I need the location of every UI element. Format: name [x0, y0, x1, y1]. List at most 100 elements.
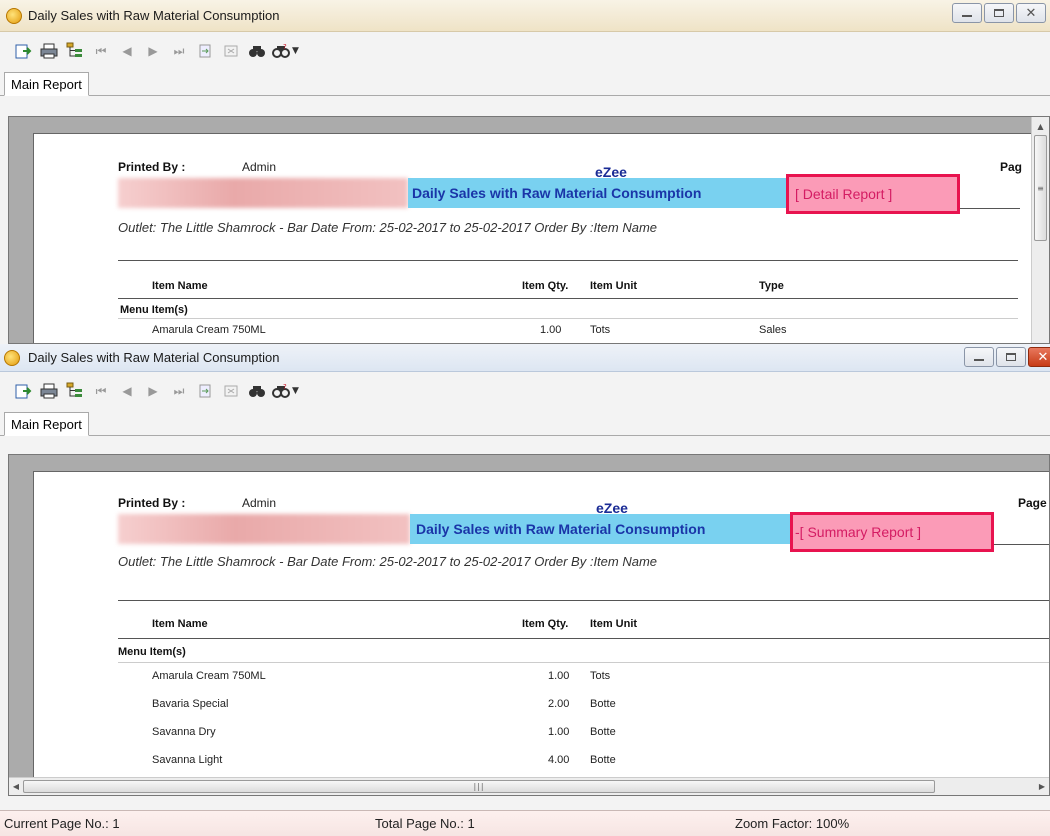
report-mode-highlight: -[ Summary Report ]	[790, 512, 994, 552]
report-toolbar: ⏮ ◀ ▶ ⏭ ? ▼	[0, 372, 1050, 410]
zoom-dropdown[interactable]: ? ▼	[272, 40, 312, 62]
column-header-rule	[118, 600, 1049, 601]
previous-page-button[interactable]: ◀	[116, 40, 138, 62]
scroll-up-icon[interactable]: ▲	[1032, 117, 1049, 135]
first-page-icon: ⏮	[95, 43, 107, 58]
app-icon	[4, 350, 20, 366]
minimize-button[interactable]	[952, 3, 982, 23]
horizontal-scrollbar[interactable]: ◀ ||| ▶	[9, 777, 1049, 795]
section-rule	[118, 662, 1049, 663]
search-icon	[249, 46, 265, 57]
last-page-button[interactable]: ⏭	[168, 40, 190, 62]
report-title-band: Daily Sales with Raw Material Consumptio…	[408, 178, 786, 208]
search-icon	[249, 386, 265, 397]
column-header-underline	[118, 298, 1018, 299]
tab-strip: Main Report	[0, 70, 1050, 96]
title-bar[interactable]: Daily Sales with Raw Material Consumptio…	[0, 344, 1050, 372]
zoom-icon: ?	[272, 43, 290, 58]
row-item-unit: Tots	[590, 324, 611, 336]
printed-by-value: Admin	[242, 160, 277, 174]
first-page-button[interactable]: ⏮	[90, 380, 112, 402]
column-item-qty: Item Qty.	[522, 280, 569, 292]
scroll-left-icon[interactable]: ◀	[9, 778, 23, 795]
report-viewer[interactable]: Printed By : Admin eZee Page Daily Sales…	[8, 454, 1050, 796]
page-label: Page	[1018, 496, 1047, 510]
report-mode-label: [ Detail Report ]	[795, 186, 893, 202]
column-item-qty: Item Qty.	[522, 618, 569, 630]
printed-by-label: Printed By :	[118, 496, 186, 510]
first-page-icon: ⏮	[95, 383, 107, 398]
row-item-unit: Botte	[590, 754, 616, 766]
chevron-down-icon: ▼	[292, 46, 299, 56]
row-item-unit: Botte	[590, 726, 616, 738]
close-view-button[interactable]	[220, 380, 242, 402]
outlet-line: Outlet: The Little Shamrock - Bar Date F…	[118, 554, 658, 569]
window-title: Daily Sales with Raw Material Consumptio…	[28, 8, 280, 23]
last-page-icon: ⏭	[173, 43, 185, 58]
last-page-button[interactable]: ⏭	[168, 380, 190, 402]
search-button[interactable]	[246, 40, 268, 62]
export-icon	[15, 44, 32, 59]
goto-page-icon	[199, 44, 211, 58]
group-tree-icon	[66, 42, 82, 57]
maximize-button[interactable]	[996, 347, 1026, 367]
row-item-qty: 4.00	[548, 754, 570, 766]
minimize-button[interactable]	[964, 347, 994, 367]
maximize-icon	[1006, 353, 1016, 361]
page-label: Pag	[1000, 160, 1023, 174]
close-view-button[interactable]	[220, 40, 242, 62]
close-button[interactable]: ✕	[1028, 347, 1050, 367]
export-icon	[15, 384, 32, 399]
row-item-qty: 1.00	[540, 324, 562, 336]
search-button[interactable]	[246, 380, 268, 402]
title-bar[interactable]: Daily Sales with Raw Material Consumptio…	[0, 0, 1050, 32]
print-button[interactable]	[38, 40, 60, 62]
column-item-unit: Item Unit	[590, 618, 638, 630]
zoom-dropdown[interactable]: ? ▼	[272, 380, 312, 402]
scroll-right-icon[interactable]: ▶	[1035, 778, 1049, 795]
previous-page-button[interactable]: ◀	[116, 380, 138, 402]
column-item-name: Item Name	[152, 618, 208, 630]
previous-page-icon: ◀	[122, 44, 132, 58]
goto-page-button[interactable]	[194, 40, 216, 62]
report-toolbar: ⏮ ◀ ▶ ⏭ ? ▼	[0, 32, 1050, 70]
status-total-page: Total Page No.: 1	[375, 816, 475, 831]
window-title: Daily Sales with Raw Material Consumptio…	[28, 350, 280, 365]
close-view-icon	[224, 45, 238, 57]
print-icon	[40, 383, 58, 399]
goto-page-button[interactable]	[194, 380, 216, 402]
app-icon	[6, 8, 22, 24]
section-rule	[118, 318, 1018, 319]
detail-report-window: Daily Sales with Raw Material Consumptio…	[0, 0, 1050, 344]
row-item-qty: 1.00	[548, 726, 570, 738]
close-icon: ✕	[1025, 5, 1037, 21]
printed-by-value: Admin	[242, 496, 277, 510]
export-button[interactable]	[12, 380, 34, 402]
report-viewer[interactable]: Printed By : Admin eZee Pag Daily Sales …	[8, 116, 1050, 344]
column-header-rule	[118, 260, 1018, 261]
group-tree-button[interactable]	[64, 380, 86, 402]
status-current-page: Current Page No.: 1	[4, 816, 120, 831]
horizontal-scroll-thumb[interactable]: |||	[23, 780, 935, 793]
row-item-unit: Tots	[590, 670, 611, 682]
last-page-icon: ⏭	[173, 383, 185, 398]
tab-main-report[interactable]: Main Report	[4, 412, 89, 436]
export-button[interactable]	[12, 40, 34, 62]
first-page-button[interactable]: ⏮	[90, 40, 112, 62]
vertical-scrollbar[interactable]: ▲ ≡	[1031, 117, 1049, 343]
group-tree-button[interactable]	[64, 40, 86, 62]
next-page-button[interactable]: ▶	[142, 40, 164, 62]
maximize-button[interactable]	[984, 3, 1014, 23]
print-button[interactable]	[38, 380, 60, 402]
close-button[interactable]: ✕	[1016, 3, 1046, 23]
next-page-button[interactable]: ▶	[142, 380, 164, 402]
report-title-band: Daily Sales with Raw Material Consumptio…	[410, 514, 790, 544]
zoom-icon: ?	[272, 383, 290, 398]
tab-main-report[interactable]: Main Report	[4, 72, 89, 96]
column-item-unit: Item Unit	[590, 280, 638, 292]
vertical-scroll-thumb[interactable]: ≡	[1034, 135, 1047, 241]
section-menu-items: Menu Item(s)	[118, 646, 186, 658]
summary-report-window: Daily Sales with Raw Material Consumptio…	[0, 344, 1050, 836]
outlet-line: Outlet: The Little Shamrock - Bar Date F…	[118, 220, 658, 235]
column-item-name: Item Name	[152, 280, 208, 292]
